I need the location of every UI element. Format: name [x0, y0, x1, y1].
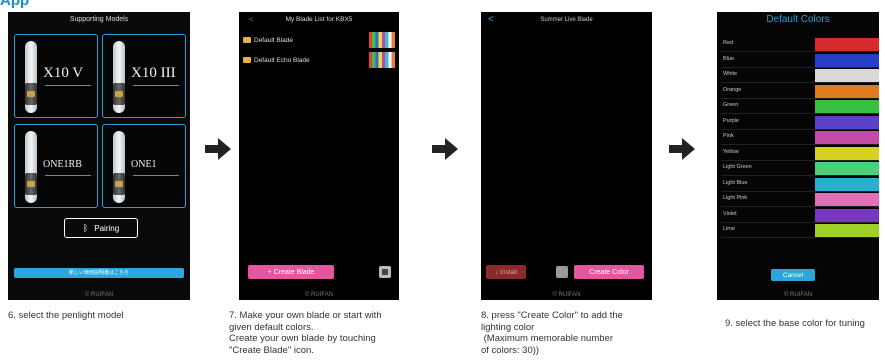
caption-line: given default colors.: [229, 321, 314, 333]
bottom-toolbar: ↓ Install Create Color: [481, 263, 652, 281]
caption-line: (Maximum memorable number: [481, 333, 613, 344]
color-option[interactable]: White: [721, 68, 879, 83]
color-swatch: [815, 177, 879, 191]
color-option[interactable]: Yellow: [721, 146, 879, 161]
color-name: Green: [723, 102, 739, 108]
color-option[interactable]: Purple: [721, 115, 879, 130]
caption-line: 7. Make your own blade or start with: [229, 310, 382, 321]
cancel-button[interactable]: Cancel: [771, 269, 815, 281]
brand-footer: © RUIFAN: [84, 292, 114, 298]
color-option[interactable]: Red: [721, 37, 879, 52]
caption-line: of colors: 30)): [481, 344, 540, 356]
color-swatch: [815, 38, 879, 51]
color-name: Red: [723, 40, 734, 46]
model-label: X10 V: [43, 65, 84, 81]
screen-default-colors: Default Colors Red Blue White Orange Green Pu…: [717, 12, 879, 300]
model-label: ONE1: [131, 159, 157, 170]
caption-line: lighting color: [481, 321, 535, 333]
color-option[interactable]: Light Green: [721, 161, 879, 176]
color-swatch: [815, 115, 879, 129]
install-button[interactable]: ↓ Install: [486, 265, 526, 279]
bluetooth-icon: ᛒ: [82, 223, 89, 233]
color-option[interactable]: Lime: [721, 223, 879, 238]
penlight-icon: [113, 131, 125, 203]
penlight-icon: [113, 41, 125, 113]
brand-footer: © RUIFAN: [552, 292, 581, 298]
color-name: Light Blue: [723, 179, 748, 186]
brand-footer: © RUIFAN: [783, 292, 813, 298]
color-name: Light Green: [723, 164, 752, 170]
screen-title: Default Colors: [766, 14, 830, 25]
caption-line: Create your own blade by touching: [229, 333, 376, 344]
create-blade-button[interactable]: + Create Blade: [248, 265, 334, 279]
caption-step-6: 6. select the penlight model: [8, 310, 124, 321]
color-name: Orange: [723, 86, 742, 93]
color-name: Purple: [723, 117, 739, 124]
color-name: Pink: [723, 133, 734, 139]
color-swatch: [815, 208, 879, 222]
color-name: Yellow: [723, 148, 739, 155]
brand-footer: © RUIFAN: [304, 292, 334, 298]
folder-icon: [243, 57, 251, 63]
settings-icon[interactable]: [379, 266, 391, 278]
color-name: Blue: [723, 55, 735, 62]
screen-supporting-models: Supporting Models X10 V X10 III ONE1RB O…: [8, 12, 190, 300]
screen-blade-list: < My Blade List for KBX5 Default Blade D…: [239, 12, 399, 300]
blade-name: Default Echo Blade: [254, 56, 310, 64]
color-name: Violet: [723, 210, 737, 217]
penlight-icon: [25, 131, 37, 203]
color-swatch: [815, 162, 879, 175]
color-swatch: [815, 224, 879, 237]
screen-blade-editor: < Summer Live Blade ↓ Install Create Col…: [481, 12, 652, 300]
transfer-icon[interactable]: [556, 266, 568, 278]
color-option[interactable]: Orange: [721, 84, 879, 99]
color-option[interactable]: Light Pink: [721, 192, 879, 207]
color-swatch: [815, 131, 879, 144]
color-option[interactable]: Light Blue: [721, 177, 879, 192]
color-option[interactable]: Green: [721, 99, 879, 114]
color-swatch: [815, 53, 879, 67]
caption-step-7: 7. Make your own blade or start with giv…: [229, 310, 382, 356]
caption-line: "Create Blade" icon.: [229, 344, 314, 356]
blade-item[interactable]: Default Echo Blade: [243, 52, 395, 68]
model-label: X10 III: [131, 65, 176, 81]
section-heading: App: [0, 0, 29, 8]
model-card-one1rb[interactable]: ONE1RB: [14, 124, 98, 208]
color-swatch: [815, 193, 879, 206]
blade-item[interactable]: Default Blade: [243, 32, 395, 48]
color-swatch: [815, 69, 879, 82]
pairing-button[interactable]: ᛒ Pairing: [64, 218, 138, 238]
create-color-button[interactable]: Create Color: [574, 265, 644, 279]
model-card-one1[interactable]: ONE1: [102, 124, 186, 208]
arrow-right-icon: [669, 138, 695, 160]
blade-color-preview: [369, 52, 395, 68]
color-swatch: [815, 84, 879, 98]
color-option[interactable]: Blue: [721, 53, 879, 68]
color-name: Lime: [723, 226, 735, 232]
caption-step-9: 9. select the base color for tuning: [725, 318, 865, 329]
color-option[interactable]: Violet: [721, 208, 879, 223]
screen-title: My Blade List for KBX5: [285, 16, 353, 23]
pairing-label: Pairing: [94, 223, 120, 233]
blade-name: Default Blade: [254, 36, 294, 44]
manual-link-button[interactable]: 新しい使用説明書はこちら: [14, 268, 184, 278]
caption-line: 8. press "Create Color" to add the: [481, 310, 623, 321]
arrow-right-icon: [432, 138, 458, 160]
folder-icon: [243, 37, 251, 43]
penlight-icon: [25, 41, 37, 113]
color-name: White: [723, 71, 738, 77]
blade-color-preview: [369, 32, 395, 48]
caption-step-8: 8. press "Create Color" to add the light…: [481, 310, 623, 356]
model-card-x10iii[interactable]: X10 III: [102, 34, 186, 118]
color-name: Light Pink: [723, 195, 748, 201]
arrow-right-icon: [205, 138, 231, 160]
color-option[interactable]: Pink: [721, 130, 879, 145]
color-swatch: [815, 146, 879, 160]
model-label: ONE1RB: [43, 159, 82, 170]
screen-title: Summer Live Blade: [540, 17, 593, 23]
screen-title: Supporting Models: [69, 16, 129, 23]
model-card-x10v[interactable]: X10 V: [14, 34, 98, 118]
color-swatch: [815, 100, 879, 113]
